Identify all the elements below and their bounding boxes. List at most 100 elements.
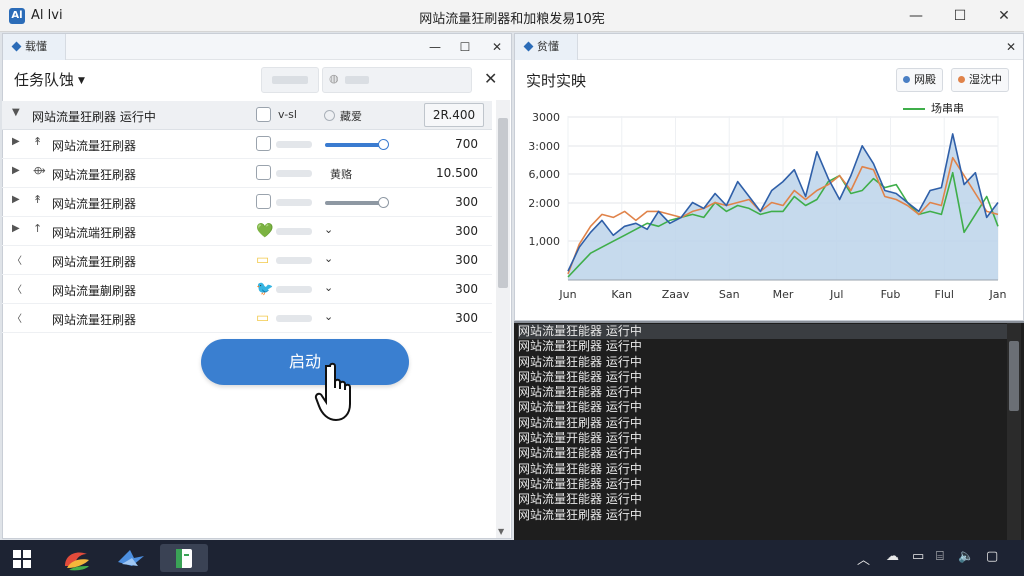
group-radio-label: 藏爱 [340, 110, 362, 123]
expand-arrow-icon[interactable]: 〈 [12, 252, 22, 267]
task-mode-label: 黄赂 [330, 168, 352, 181]
clear-button[interactable]: ✕ [484, 69, 497, 88]
scroll-thumb[interactable] [1009, 341, 1019, 411]
placeholder-bar [276, 228, 312, 235]
windows-start-icon[interactable] [13, 550, 31, 568]
expand-arrow-icon[interactable]: ▶ [12, 136, 20, 147]
chevron-down-icon[interactable]: ⌄ [324, 252, 333, 265]
tab-left[interactable]: 载懂 [3, 34, 66, 60]
task-row[interactable]: ▶ ⟴ 网站流量狂刷器 黄赂 10.500 [2, 159, 492, 188]
scroll-thumb[interactable] [498, 118, 508, 288]
title-bar: Al Al lvi 网站流量狂刷器和加粮发易10宪 — ☐ ✕ [0, 0, 1024, 32]
task-value: 300 [455, 253, 478, 267]
network-icon[interactable]: ⌸ [936, 549, 944, 564]
task-row[interactable]: ▶ ↟ 网站流量狂刷器 700 [2, 130, 492, 159]
bird-app-icon [118, 550, 144, 566]
console-line: 网站流量狂能器 运行中 [518, 354, 642, 369]
legend-button-series1[interactable]: 网殿 [896, 68, 943, 92]
task-row[interactable]: ▶ ↟ 网站流量狂刷器 300 [2, 188, 492, 217]
search-icon: ◍ [329, 72, 339, 85]
chevron-down-icon[interactable]: ⌄ [324, 223, 333, 236]
realtime-chart: 3000 3:000 6,000 2:000 1,000 Jun Kan Zaav San Mer… [528, 111, 1007, 301]
queue-title-label: 任务队蚀 [14, 71, 75, 89]
task-checkbox[interactable] [256, 165, 271, 180]
y-tick-label: 6,000 [529, 168, 561, 181]
taskbar-app-browser[interactable] [55, 544, 99, 572]
console-line: 网站流量狂能器 运行中 [518, 369, 642, 384]
x-tick-label: Jan [989, 288, 1007, 301]
start-button[interactable]: 启动 [201, 339, 409, 385]
maximize-button[interactable]: ☐ [940, 4, 980, 28]
x-tick-label: Mer [773, 288, 794, 301]
task-type-icon: ↑ [33, 222, 43, 235]
task-name: 网站流量蒯刷器 [52, 284, 137, 298]
app-logo-icon: Al [9, 8, 25, 24]
task-list-scrollbar[interactable]: ▼ [496, 100, 510, 538]
console-line: 网站流量狂能器 运行中 [518, 492, 642, 507]
chevron-up-icon[interactable]: ︿ [857, 549, 870, 568]
task-name: 网站流量狂刷器 [52, 168, 137, 182]
task-value: 300 [455, 311, 478, 325]
tab-diamond-icon [523, 41, 534, 52]
expand-arrow-icon[interactable]: ▶ [12, 194, 20, 205]
expand-arrow-icon[interactable]: ▶ [12, 165, 20, 176]
queue-title[interactable]: 任务队蚀 ▼ [14, 69, 85, 90]
task-checkbox[interactable] [256, 194, 271, 209]
task-row[interactable]: ▶ ↑ 网站流端狂刷器 💚 ⌄ 300 [2, 217, 492, 246]
group-total-value[interactable]: 2R.400 [424, 103, 484, 127]
console-scrollbar[interactable] [1007, 323, 1021, 540]
pane-close-button[interactable]: ✕ [999, 35, 1023, 59]
search-input[interactable]: ◍ [322, 67, 472, 93]
expand-arrow-icon[interactable]: 〈 [12, 281, 22, 296]
pane-minimize-button[interactable]: — [423, 35, 447, 59]
console-lines: 网站流量狂能器 运行中 网站流量狂刷器 运行中 网站流量狂能器 运行中 网站流量狂能器… [518, 324, 1010, 523]
task-value: 700 [455, 137, 478, 151]
taskbar-app-bird[interactable] [108, 544, 152, 572]
x-tick-label: Jun [558, 288, 576, 301]
task-row[interactable]: 〈 网站流量狂刷器 ▭ ⌄ 300 [2, 304, 492, 333]
status-badge-icon: 💚 [256, 223, 274, 239]
task-name: 网站流量狂刷器 [52, 197, 137, 211]
cloud-icon[interactable]: ☁ [886, 549, 899, 564]
slider-knob[interactable] [378, 197, 389, 208]
document-app-icon [176, 549, 192, 568]
y-tick-label: 3000 [532, 111, 560, 124]
task-group-row[interactable]: ▼ 网站流量狂刷器 运行中 v-sl 藏爱 2R.400 [2, 101, 492, 130]
console-line: 网站流量狂能器 运行中 [518, 385, 642, 400]
expand-arrow-icon[interactable]: ▶ [12, 223, 20, 234]
hand-cursor-icon [314, 362, 351, 422]
notification-icon[interactable]: ▢ [986, 549, 998, 564]
filter-input[interactable] [261, 67, 319, 93]
pane-close-button[interactable]: ✕ [485, 35, 509, 59]
pane-maximize-button[interactable]: ☐ [453, 35, 477, 59]
display-icon[interactable]: ▭ [912, 549, 924, 564]
group-checkbox[interactable] [256, 107, 271, 122]
chevron-down-icon[interactable]: ⌄ [324, 281, 333, 294]
x-tick-label: San [719, 288, 740, 301]
expand-arrow-icon[interactable]: ▼ [12, 107, 20, 118]
taskbar-app-active[interactable] [160, 544, 208, 572]
close-button[interactable]: ✕ [984, 4, 1024, 28]
status-badge-icon: ▭ [256, 252, 270, 268]
expand-arrow-icon[interactable]: 〈 [12, 310, 22, 325]
rate-slider[interactable] [325, 197, 389, 208]
speaker-icon[interactable]: 🔈 [958, 549, 974, 564]
task-checkbox[interactable] [256, 136, 271, 151]
chart-title: 实时实映 [526, 72, 587, 90]
task-type-icon: ⟴ [33, 164, 46, 177]
rate-slider[interactable] [325, 139, 389, 150]
chevron-down-icon[interactable]: ⌄ [324, 310, 333, 323]
group-radio[interactable] [324, 110, 335, 121]
scroll-down-icon[interactable]: ▼ [498, 527, 504, 536]
task-row[interactable]: 〈 网站流量狂刷器 ▭ ⌄ 300 [2, 246, 492, 275]
pane-header: 载懂 — ☐ ✕ [3, 34, 511, 60]
tab-right[interactable]: 贫懂 [515, 34, 578, 60]
placeholder-bar [345, 76, 369, 84]
placeholder-bar [276, 315, 312, 322]
status-badge-icon: ▭ [256, 310, 270, 326]
slider-knob[interactable] [378, 139, 389, 150]
task-row[interactable]: 〈 网站流量蒯刷器 🐦 ⌄ 300 [2, 275, 492, 304]
legend-button-series2[interactable]: 湿沈中 [951, 68, 1009, 92]
taskbar: ︿ ☁ ▭ ⌸ 🔈 ▢ [0, 540, 1024, 576]
minimize-button[interactable]: — [896, 4, 936, 28]
